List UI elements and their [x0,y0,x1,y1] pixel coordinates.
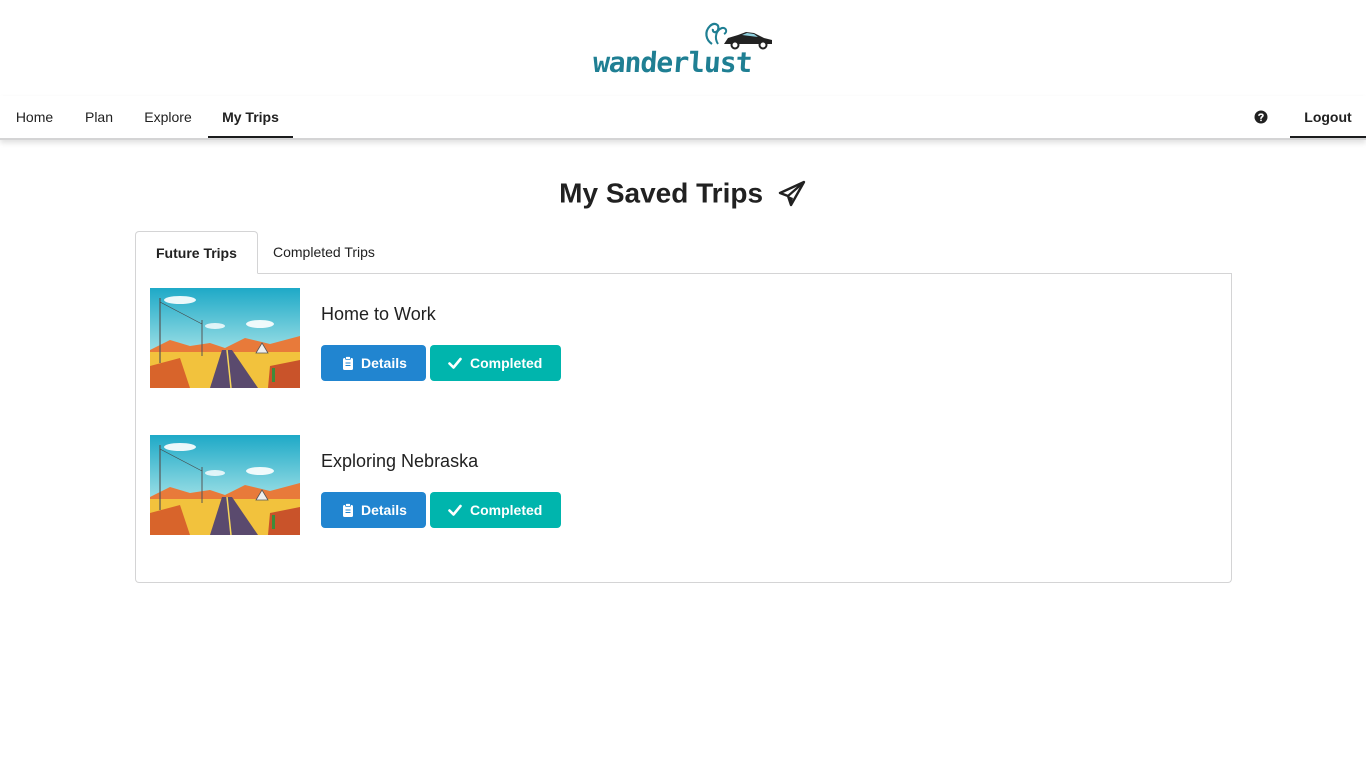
trip-thumbnail[interactable] [150,435,300,535]
completed-button-label: Completed [470,355,543,371]
logout-button[interactable]: Logout [1290,96,1366,138]
main-nav: Home Plan Explore My Trips Logout [0,96,1366,140]
checkmark-icon [448,357,462,369]
completed-button-label: Completed [470,502,543,518]
nav-home[interactable]: Home [0,96,69,138]
checkmark-icon [448,504,462,516]
trip-name: Home to Work [321,304,436,324]
details-button-label: Details [361,355,407,371]
tab-future-trips[interactable]: Future Trips [135,231,258,274]
trip-thumbnail[interactable] [150,288,300,388]
tab-completed-trips[interactable]: Completed Trips [253,231,395,274]
clipboard-icon [343,503,353,517]
paper-plane-icon [778,180,806,206]
trip-item: Exploring Nebraska Details Completed [150,435,750,535]
clipboard-icon [343,356,353,370]
page-title: My Saved Trips [0,176,1366,210]
nav-explore[interactable]: Explore [129,96,207,138]
question-circle-icon[interactable] [1254,110,1268,124]
details-button[interactable]: Details [321,492,426,528]
completed-button[interactable]: Completed [430,492,561,528]
completed-button[interactable]: Completed [430,345,561,381]
trip-tabs: Future Trips Completed Trips [135,231,1232,274]
nav-my-trips[interactable]: My Trips [208,96,293,138]
header: wanderlust [0,0,1366,96]
trip-item: Home to Work Details Completed [150,288,750,388]
trip-name: Exploring Nebraska [321,451,479,471]
details-button-label: Details [361,502,407,518]
nav-plan[interactable]: Plan [69,96,129,138]
logo-text: wanderlust [591,46,753,79]
page-title-text: My Saved Trips [559,177,764,209]
wanderlust-logo[interactable]: wanderlust [590,20,780,82]
details-button[interactable]: Details [321,345,426,381]
